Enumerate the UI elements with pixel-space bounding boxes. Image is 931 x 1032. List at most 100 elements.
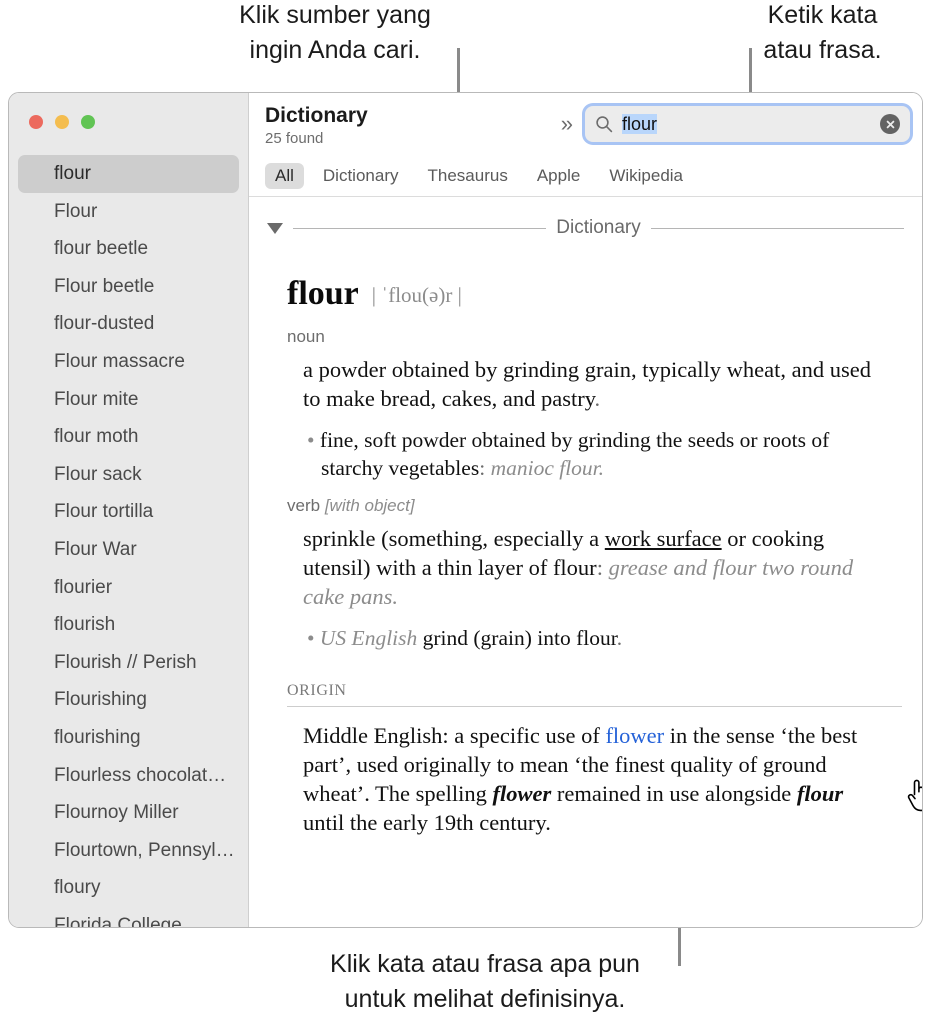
sidebar-item[interactable]: Flour massacre [18,343,239,381]
origin-text[interactable]: Middle English: a specific use of flower… [303,721,875,837]
verb-sub-region-label: US English [319,626,418,650]
sidebar-item-label: Flourishing [54,689,147,711]
toolbar: Dictionary 25 found » flour [249,93,922,155]
pos-label-verb: verb [287,496,321,515]
sidebar-item-label: Flour mite [54,388,139,410]
origin-spelling-flower: flower [492,781,552,806]
sidebar-item[interactable]: flour [18,155,239,193]
section-rule-left [293,227,547,229]
sidebar-item-label: flourish [54,614,116,636]
origin-spelling-flour: flour [796,781,844,806]
sidebar-item-label: Flour massacre [54,350,185,372]
tab-apple[interactable]: Apple [527,163,590,189]
part-of-speech-verb: verb [with object] [287,496,904,516]
disclosure-triangle-icon[interactable] [267,222,283,234]
pronunciation: | ˈflou(ə)r | [371,283,462,307]
sidebar-item-label: flourishing [54,726,141,748]
sidebar-item[interactable]: Flour beetle [18,268,239,306]
search-field[interactable]: flour [585,106,910,142]
bullet-icon: • [307,428,315,452]
callout-bottom-text: Klik kata atau frasa apa pun untuk melih… [330,950,640,1013]
sidebar-item-label: Flour beetle [54,275,155,297]
sidebar-item[interactable]: flourishing [18,719,239,757]
noun-sub-example: manioc flour. [490,456,605,480]
sidebar-item-label: flour moth [54,426,139,448]
noun-definition-text: a powder obtained by grinding grain, typ… [303,357,871,411]
bullet-icon: • [307,626,315,650]
origin-part3: remained in use alongside [551,781,797,806]
flower-link[interactable]: flower [605,723,664,748]
sidebar-item-label: Florida College [54,914,182,927]
headword[interactable]: flour [287,275,359,313]
sidebar-item-label: Flour tortilla [54,501,154,523]
title-block: Dictionary 25 found [265,100,368,149]
tab-thesaurus[interactable]: Thesaurus [418,163,518,189]
window-controls [29,115,95,129]
sidebar-item-label: flour beetle [54,238,149,260]
section-title: Dictionary [556,217,641,238]
part-of-speech-noun: noun [287,327,904,347]
definition-content: Dictionary flour | ˈflou(ə)r | noun a pow… [249,197,922,927]
sidebar-item[interactable]: Flour War [18,531,239,569]
tab-all[interactable]: All [265,162,304,189]
sidebar-item-label: Flourtown, Pennsyl… [54,839,235,861]
section-rule-right [650,227,905,229]
verb-definition-part1: sprinkle (something, especially a [303,526,605,551]
page-title: Dictionary [265,103,368,127]
sidebar-item-label: Flourish // Perish [54,651,197,673]
sidebar-item[interactable]: flour-dusted [18,305,239,343]
verb-definition[interactable]: sprinkle (something, especially a work s… [303,524,875,611]
sidebar-item-label: flourier [54,576,113,598]
zoom-button[interactable] [81,115,95,129]
verb-definition-separator: : [596,555,609,580]
close-button[interactable] [29,115,43,129]
dictionary-section-header[interactable]: Dictionary [267,217,905,239]
clear-search-icon[interactable] [880,114,900,134]
verb-sub-text: grind (grain) into flour [417,626,617,650]
noun-sub-separator: : [479,456,491,480]
sidebar-item[interactable]: flour beetle [18,230,239,268]
noun-sub-sense[interactable]: • fine, soft powder obtained by grinding… [307,426,893,482]
chevron-double-right-icon[interactable]: » [551,113,585,135]
origin-heading: ORIGIN [287,682,347,699]
tab-dictionary[interactable]: Dictionary [313,163,409,189]
pos-label-noun: noun [287,327,325,346]
tab-wikipedia[interactable]: Wikipedia [599,163,693,189]
sidebar-item-label: Flour War [54,538,137,560]
sidebar-item[interactable]: flourier [18,569,239,607]
sidebar-item[interactable]: Flour [18,193,239,231]
sidebar-item[interactable]: Flour mite [18,381,239,419]
callout-right-text: Ketik kata atau frasa. [763,1,882,64]
search-input[interactable]: flour [622,113,880,135]
sidebar-item[interactable]: floury [18,869,239,907]
sidebar-item[interactable]: Flour sack [18,456,239,494]
verb-sub-period: . [616,626,623,650]
sidebar-item-label: Flournoy Miller [54,802,179,824]
sidebar-item[interactable]: Flourless chocolat… [18,757,239,795]
sidebar-item[interactable]: Florida College [18,907,239,927]
sidebar-item[interactable]: Flourishing [18,681,239,719]
verb-sub-sense[interactable]: • US English grind (grain) into flour. [307,624,893,652]
work-surface-link[interactable]: work surface [605,526,722,551]
results-count: 25 found [265,129,324,147]
sidebar-item[interactable]: Flour tortilla [18,493,239,531]
pointing-hand-cursor [904,777,922,813]
sidebar-item-label: flour [54,163,91,184]
sidebar-item[interactable]: Flourtown, Pennsyl… [18,832,239,870]
origin-rule [287,706,902,707]
minimize-button[interactable] [55,115,69,129]
sidebar-results-list[interactable]: flour Flour flour beetle Flour beetle flour-… [9,155,248,927]
source-tabs[interactable]: All Dictionary Thesaurus Apple Wikipedia [249,155,922,197]
sidebar-item-label: Flour [54,200,98,222]
sidebar-item[interactable]: flour moth [18,418,239,456]
verb-grammar-note: [with object] [324,496,415,515]
headword-line: flour | ˈflou(ə)r | [267,275,904,313]
sidebar-item[interactable]: Flournoy Miller [18,794,239,832]
sidebar[interactable]: flour Flour flour beetle Flour beetle flour-… [9,93,249,927]
sidebar-item[interactable]: flourish [18,606,239,644]
sidebar-item[interactable]: Flourish // Perish [18,644,239,682]
sidebar-item-label: Flourless chocolat… [54,764,227,786]
sidebar-item-label: floury [54,877,101,899]
content-pane: Dictionary 25 found » flour All Dictiona… [249,93,922,927]
noun-definition[interactable]: a powder obtained by grinding grain, typ… [303,355,875,413]
